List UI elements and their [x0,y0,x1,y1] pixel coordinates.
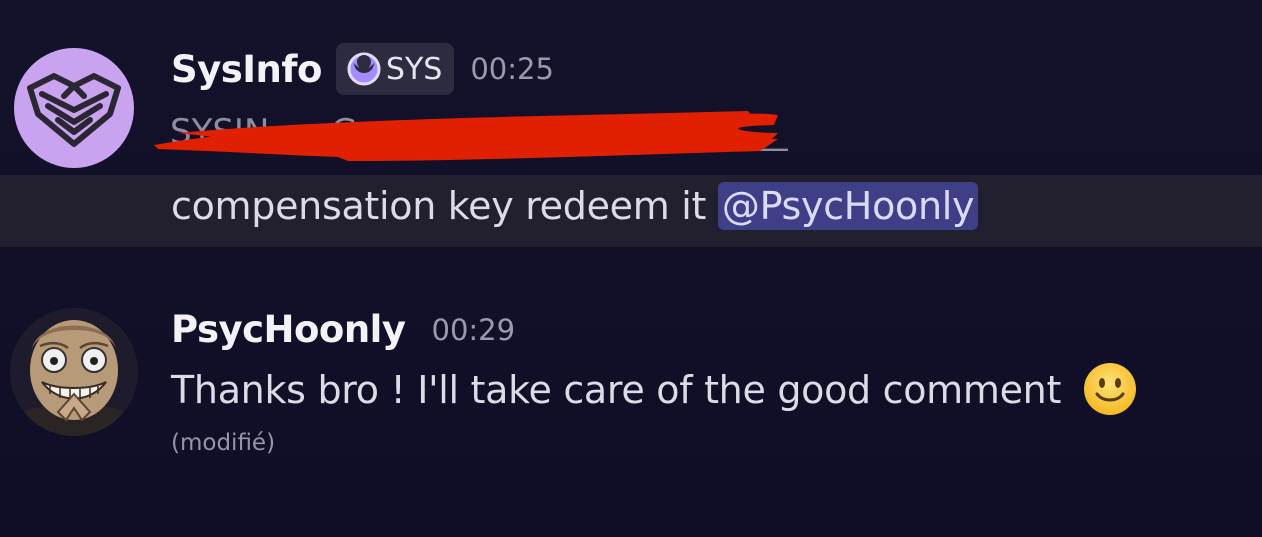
message-body: compensation key redeem it [171,184,707,228]
grinning-character-icon [10,308,138,436]
message-sysinfo[interactable]: SysInfo SYS 00:25 SYSIN___ G__________ _… [0,0,1262,250]
author-line: SysInfo SYS 00:25 [171,43,554,95]
user-mention[interactable]: @PsycHoonly [717,182,979,230]
author-line: PsycHoonly 00:29 [171,308,515,351]
message-text: compensation key redeem it @PsycHoonly [171,182,979,230]
message-text: Thanks bro ! I'll take care of the good … [171,362,1137,416]
message-body: Thanks bro ! I'll take care of the good … [171,368,1062,412]
sys-tag[interactable]: SYS [335,43,455,95]
slightly-smiling-face-icon [1083,362,1136,415]
timestamp: 00:29 [431,312,516,347]
author-name[interactable]: SysInfo [171,48,322,91]
avatar[interactable] [10,308,138,436]
crescent-badge-icon [347,52,381,86]
edited-label: (modifié) [171,430,276,456]
tag-label: SYS [385,51,443,87]
avatar[interactable] [14,48,134,168]
timestamp: 00:25 [470,52,554,86]
author-name[interactable]: PsycHoonly [171,308,406,351]
redaction-scribble: SYSIN___ G__________ ___________ ____m [154,111,788,161]
message-psychoonly[interactable]: PsycHoonly 00:29 Thanks bro ! I'll take … [0,290,1262,490]
sysinfo-logo-icon [27,73,121,147]
